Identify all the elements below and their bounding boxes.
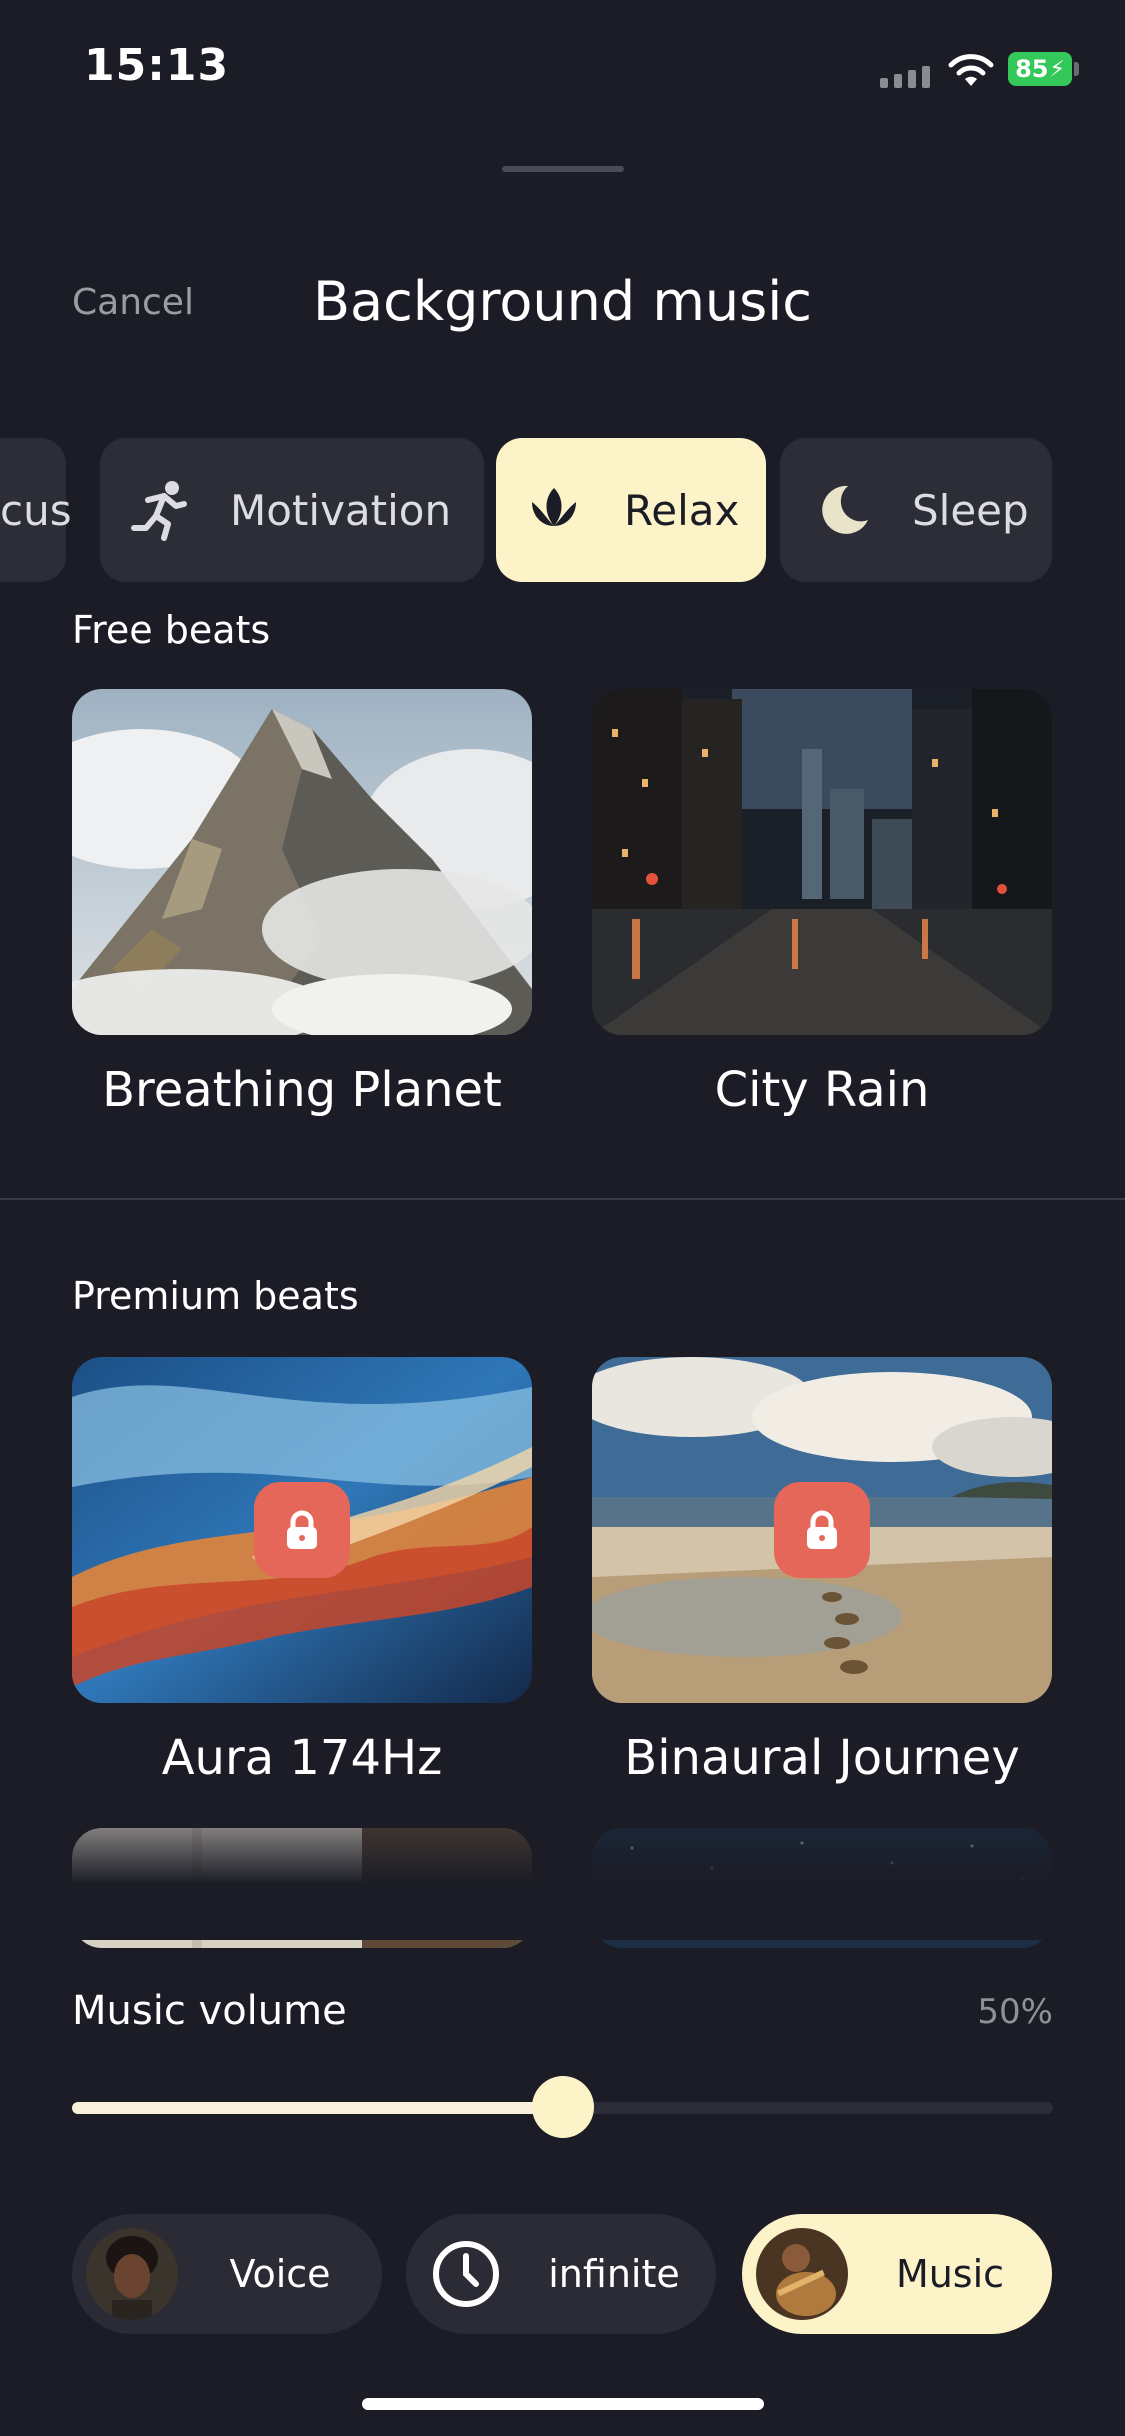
premium-beats-label: Premium beats bbox=[72, 1274, 359, 1318]
music-label: Music bbox=[895, 2252, 1005, 2296]
city-rain-image[interactable] bbox=[592, 689, 1052, 1035]
category-label: Relax bbox=[624, 485, 740, 535]
charging-bolt-icon: ⚡ bbox=[1049, 56, 1065, 82]
beat-title: Breathing Planet bbox=[102, 1062, 502, 1118]
section-divider bbox=[0, 1198, 1125, 1200]
wifi-icon bbox=[948, 54, 994, 86]
sheet-grabber[interactable] bbox=[502, 166, 624, 172]
duration-selector-button[interactable]: infinite bbox=[406, 2214, 716, 2334]
status-time: 15:13 bbox=[84, 40, 230, 91]
home-indicator bbox=[362, 2398, 764, 2410]
music-selector-button[interactable]: Music bbox=[742, 2214, 1052, 2334]
lock-icon bbox=[254, 1482, 350, 1578]
free-beats-label: Free beats bbox=[72, 608, 271, 652]
music-volume-value: 50% bbox=[977, 1992, 1053, 2032]
lock-icon bbox=[774, 1482, 870, 1578]
beat-title: Binaural Journey bbox=[624, 1730, 1020, 1786]
beat-title: Aura 174Hz bbox=[161, 1730, 443, 1786]
category-label: Motivation bbox=[230, 485, 452, 535]
moon-icon bbox=[810, 478, 874, 542]
clock-icon bbox=[420, 2228, 512, 2320]
voice-avatar bbox=[86, 2228, 178, 2320]
category-chip-motivation[interactable]: Motivation bbox=[100, 438, 484, 582]
volume-slider-fill bbox=[72, 2102, 562, 2114]
running-person-icon bbox=[128, 478, 192, 542]
breathing-planet-image[interactable] bbox=[72, 689, 532, 1035]
cellular-signal-icon bbox=[880, 58, 930, 88]
music-volume-label: Music volume bbox=[72, 1988, 347, 2034]
category-chip-sleep[interactable]: Sleep bbox=[780, 438, 1052, 582]
beat-title: City Rain bbox=[714, 1062, 930, 1118]
lotus-icon bbox=[522, 478, 586, 542]
duration-label: infinite bbox=[548, 2252, 680, 2296]
voice-label: Voice bbox=[229, 2252, 331, 2296]
category-label: Sleep bbox=[912, 485, 1029, 535]
volume-slider-thumb[interactable] bbox=[532, 2076, 594, 2138]
category-label: cus bbox=[0, 485, 72, 535]
battery-indicator: 85 ⚡ bbox=[1008, 52, 1072, 86]
music-avatar bbox=[756, 2228, 848, 2320]
category-chip-focus[interactable]: cus bbox=[0, 438, 72, 582]
voice-selector-button[interactable]: Voice bbox=[72, 2214, 382, 2334]
page-title: Background music bbox=[313, 270, 812, 333]
category-chip-relax[interactable]: Relax bbox=[496, 438, 766, 582]
battery-level: 85 bbox=[1015, 55, 1049, 83]
scroll-fade bbox=[0, 1780, 1125, 1940]
battery-tip bbox=[1074, 62, 1079, 76]
